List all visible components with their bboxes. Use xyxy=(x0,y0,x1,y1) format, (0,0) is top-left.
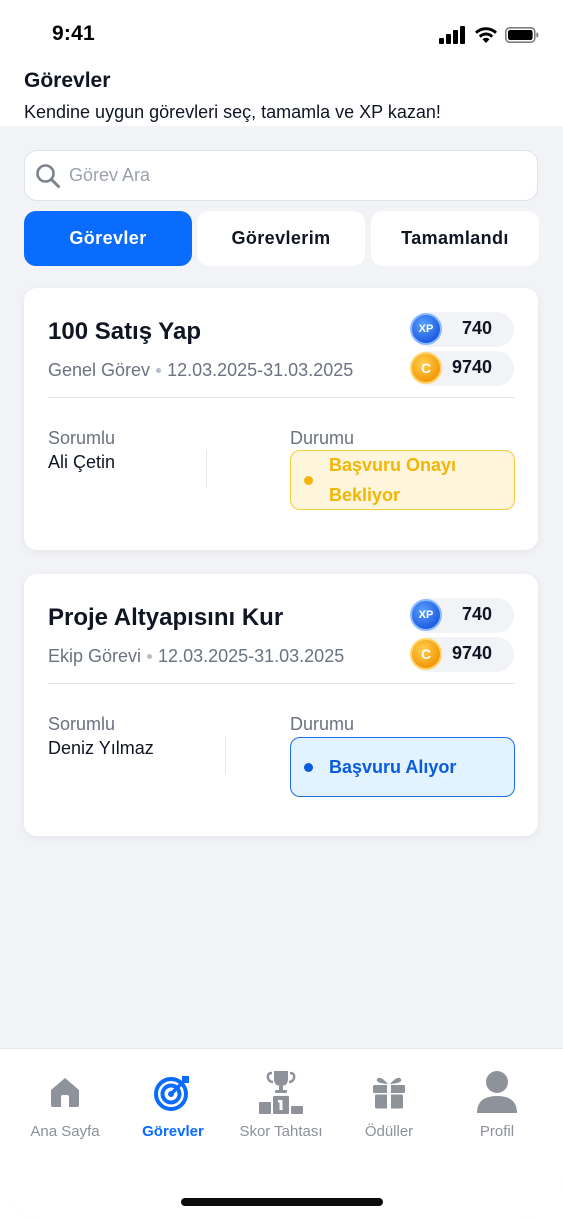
coin-value: 9740 xyxy=(451,357,492,377)
search-icon xyxy=(36,163,60,188)
task-title: 100 Satış Yap xyxy=(48,318,201,345)
coin-reward-pill: C 9740 xyxy=(410,351,514,386)
target-icon xyxy=(153,1069,193,1115)
nav-item-ana-sayfa[interactable]: Ana Sayfa xyxy=(9,1049,121,1167)
wifi-icon xyxy=(475,27,497,43)
coin-icon: C xyxy=(410,352,442,384)
coin-icon: C xyxy=(410,638,442,670)
task-type: Ekip Görevi xyxy=(48,646,142,666)
status-icons xyxy=(439,24,539,46)
nav-item-skor-tahtasi[interactable]: Skor Tahtası xyxy=(225,1049,337,1167)
search-box[interactable] xyxy=(24,150,538,201)
xp-value: 740 xyxy=(461,604,492,624)
column-divider xyxy=(206,450,207,488)
home-indicator-area xyxy=(0,1166,563,1218)
card-divider xyxy=(48,397,515,398)
task-dates: 12.03.2025-31.03.2025 xyxy=(167,360,354,380)
task-meta: Genel Görev 12.03.2025-31.03.2025 xyxy=(48,360,353,381)
user-icon xyxy=(476,1069,518,1115)
task-meta: Ekip Görevi 12.03.2025-31.03.2025 xyxy=(48,646,344,667)
xp-reward-pill: XP 740 xyxy=(410,598,514,633)
phone-screen: 9:41 Görevler Kendine uygun görevleri se xyxy=(0,0,563,1218)
nav-label: Ödüller xyxy=(364,1123,414,1140)
task-card[interactable]: 100 Satış Yap Genel Görev 12.03.2025-31.… xyxy=(24,288,538,550)
coin-reward-pill: C 9740 xyxy=(410,637,514,672)
nav-item-gorevler[interactable]: Görevler xyxy=(117,1049,229,1167)
status-badge: Başvuru Onayı Bekliyor xyxy=(290,450,515,510)
xp-icon: XP xyxy=(410,313,442,345)
status-dot xyxy=(304,475,313,485)
tab-tamamlandi[interactable]: Tamamlandı xyxy=(371,211,539,266)
responsible-value: Deniz Yılmaz xyxy=(48,738,154,758)
task-card[interactable]: Proje Altyapısını Kur Ekip Görevi 12.03.… xyxy=(24,574,538,836)
nav-item-profil[interactable]: Profil xyxy=(441,1049,553,1167)
battery-icon xyxy=(505,26,539,43)
task-title: Proje Altyapısını Kur xyxy=(48,604,284,631)
status-bar: 9:41 xyxy=(0,0,563,64)
status-label: Durumu xyxy=(290,428,355,448)
coin-value: 9740 xyxy=(451,643,492,663)
status-text: Başvuru Alıyor xyxy=(329,757,457,777)
home-icon xyxy=(47,1069,83,1115)
status-label: Durumu xyxy=(290,714,355,734)
card-divider xyxy=(48,683,515,684)
tab-gorevlerim[interactable]: Görevlerim xyxy=(197,211,365,266)
home-indicator[interactable] xyxy=(181,1198,383,1206)
separator-dot xyxy=(156,368,162,373)
status-text: Başvuru Onayı Bekliyor xyxy=(329,455,457,505)
nav-label: Ana Sayfa xyxy=(30,1123,100,1140)
nav-label: Profil xyxy=(479,1123,515,1140)
status-badge: Başvuru Alıyor xyxy=(290,737,515,797)
page-subtitle: Kendine uygun görevleri seç, tamamla ve … xyxy=(24,102,441,122)
gift-icon xyxy=(370,1069,408,1115)
bottom-navigation: Ana Sayfa Görevler Skor Tahtası Ödüller … xyxy=(0,1048,563,1166)
trophy-podium-icon xyxy=(257,1069,305,1115)
tab-gorevler[interactable]: Görevler xyxy=(24,211,192,266)
page-header: Görevler Kendine uygun görevleri seç, ta… xyxy=(0,64,563,126)
xp-reward-pill: XP 740 xyxy=(410,312,514,347)
xp-value: 740 xyxy=(461,318,492,338)
nav-label: Görevler xyxy=(142,1123,204,1140)
nav-label: Skor Tahtası xyxy=(239,1123,323,1140)
xp-icon: XP xyxy=(410,599,442,631)
page-title: Görevler xyxy=(24,69,111,92)
nav-item-oduller[interactable]: Ödüller xyxy=(333,1049,445,1167)
responsible-label: Sorumlu xyxy=(48,428,116,448)
status-time: 9:41 xyxy=(52,22,95,45)
search-input[interactable] xyxy=(69,165,509,186)
task-type: Genel Görev xyxy=(48,360,151,380)
responsible-value: Ali Çetin xyxy=(48,452,116,472)
responsible-label: Sorumlu xyxy=(48,714,116,734)
task-dates: 12.03.2025-31.03.2025 xyxy=(158,646,345,666)
column-divider xyxy=(225,736,226,774)
cellular-signal-icon xyxy=(439,26,465,44)
status-dot xyxy=(304,762,313,772)
separator-dot xyxy=(147,654,153,659)
